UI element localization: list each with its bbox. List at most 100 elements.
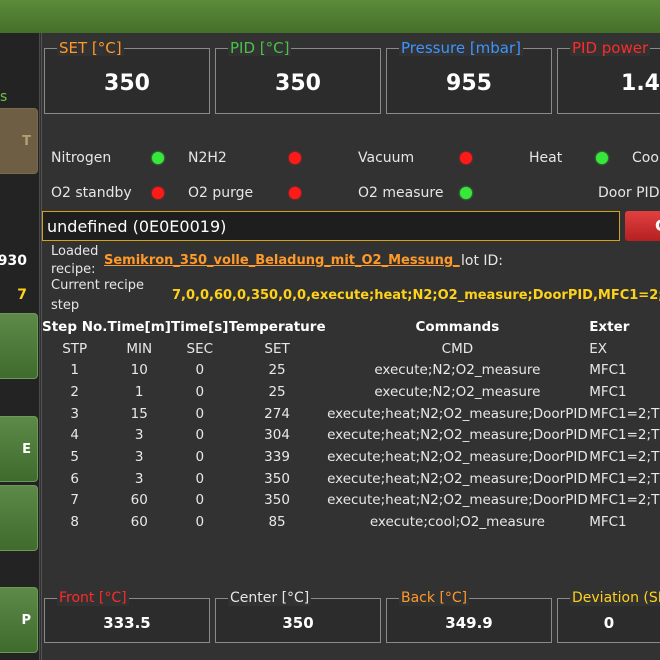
subheader-sec: SEC bbox=[186, 340, 214, 357]
back-temperature-title: Back [°C] bbox=[399, 590, 470, 606]
sidebar-status-letter: s bbox=[0, 89, 8, 105]
table-row[interactable]: 7 60 0 350 execute;heat;N2;O2_measure;Do… bbox=[42, 490, 660, 512]
cell-cmd: execute;cool;O2_measure bbox=[369, 514, 545, 531]
center-temperature-value: 350 bbox=[282, 614, 314, 632]
cell-temp: 25 bbox=[268, 383, 286, 400]
cell-ext: MFC1=2;T bbox=[589, 405, 660, 422]
cell-temp: 274 bbox=[264, 405, 290, 422]
status-nitrogen-label: Nitrogen bbox=[51, 150, 112, 166]
table-row[interactable]: 3 15 0 274 execute;heat;N2;O2_measure;Do… bbox=[42, 403, 660, 425]
cell-step: 6 bbox=[70, 470, 79, 487]
cell-temp: 25 bbox=[268, 362, 286, 379]
table-row[interactable]: 8 60 0 85 execute;cool;O2_measure MFC1 bbox=[42, 511, 660, 533]
status-o2-measure-label: O2 measure bbox=[358, 185, 444, 201]
current-step-label-line2: step bbox=[51, 298, 80, 313]
loaded-recipe-label-line2: recipe: bbox=[51, 262, 96, 277]
status-heat-led bbox=[596, 152, 608, 164]
sidebar-button-3[interactable] bbox=[0, 485, 38, 551]
back-temperature-box: Back [°C] 349.9 bbox=[386, 590, 552, 643]
sidebar-button-e[interactable]: E bbox=[0, 416, 38, 482]
header-commands: Commands bbox=[415, 318, 500, 335]
cell-sec: 0 bbox=[195, 383, 205, 400]
status-o2-standby-led bbox=[152, 187, 164, 199]
cell-sec: 0 bbox=[195, 427, 205, 444]
cell-temp: 85 bbox=[268, 514, 286, 531]
set-temperature-value: 350 bbox=[104, 71, 150, 96]
pressure-value: 955 bbox=[446, 71, 492, 96]
table-row[interactable]: 5 3 0 339 execute;heat;N2;O2_measure;Doo… bbox=[42, 446, 660, 468]
command-red-button[interactable]: C bbox=[625, 211, 660, 241]
subheader-ex: EX bbox=[589, 340, 607, 357]
subheader-stp: STP bbox=[62, 340, 88, 357]
sidebar-value-1: 930 bbox=[0, 253, 27, 269]
cell-sec: 0 bbox=[195, 405, 205, 422]
cell-cmd: execute;heat;N2;O2_measure;DoorPID bbox=[327, 405, 588, 422]
sidebar: s T 930 7 E P bbox=[0, 33, 40, 660]
pid-temperature-title: PID [°C] bbox=[228, 39, 292, 57]
pid-power-value: 1.4 bbox=[621, 71, 660, 96]
table-row[interactable]: 4 3 0 304 execute;heat;N2;O2_measure;Doo… bbox=[42, 424, 660, 446]
cell-step: 5 bbox=[70, 448, 79, 465]
current-step-value: 7,0,0,60,0,350,0,0,execute;heat;N2;O2_me… bbox=[172, 288, 660, 303]
table-row[interactable]: 6 3 0 350 execute;heat;N2;O2_measure;Doo… bbox=[42, 468, 660, 490]
cell-cmd: execute;heat;N2;O2_measure;DoorPID bbox=[327, 427, 588, 444]
deviation-value: 0 bbox=[603, 614, 615, 632]
cell-temp: 350 bbox=[264, 470, 290, 487]
front-temperature-value: 333.5 bbox=[103, 614, 151, 632]
cell-step: 7 bbox=[70, 492, 79, 509]
current-step-label-line1: Current recipe bbox=[51, 278, 145, 293]
sidebar-button-1[interactable] bbox=[0, 313, 38, 379]
cell-min: 1 bbox=[134, 383, 144, 400]
cell-min: 3 bbox=[134, 470, 144, 487]
status-o2-purge-led bbox=[289, 187, 301, 199]
subheader-cmd: CMD bbox=[441, 340, 474, 357]
front-temperature-title: Front [°C] bbox=[57, 590, 129, 606]
sidebar-button-p[interactable]: P bbox=[0, 587, 38, 653]
status-vacuum-led bbox=[460, 152, 472, 164]
top-bar bbox=[0, 0, 660, 33]
cell-cmd: execute;N2;O2_measure bbox=[374, 362, 541, 379]
table-header-row: Step No. Time[m] Time[s] Temperature Com… bbox=[42, 316, 660, 338]
cell-step: 8 bbox=[70, 514, 79, 531]
cell-ext: MFC1=2;T bbox=[589, 470, 660, 487]
cell-cmd: execute;heat;N2;O2_measure;DoorPID bbox=[327, 448, 588, 465]
pressure-title: Pressure [mbar] bbox=[399, 39, 524, 57]
status-o2-measure-led bbox=[460, 187, 472, 199]
loaded-recipe-name: Semikron_350_volle_Beladung_mit_O2_Messu… bbox=[104, 253, 460, 268]
cell-sec: 0 bbox=[195, 448, 205, 465]
cell-cmd: execute;N2;O2_measure bbox=[374, 383, 541, 400]
status-door-pid-label: Door PID bbox=[598, 185, 660, 201]
cell-min: 60 bbox=[130, 492, 148, 509]
table-row[interactable]: 2 1 0 25 execute;N2;O2_measure MFC1 bbox=[42, 381, 660, 403]
cell-step: 2 bbox=[70, 383, 79, 400]
table-subheader-row: STP MIN SEC SET CMD EX bbox=[42, 338, 660, 360]
deviation-title: Deviation (SE bbox=[570, 590, 660, 606]
cell-min: 10 bbox=[130, 362, 148, 379]
command-input[interactable] bbox=[42, 211, 620, 241]
recipe-steps-table: Step No. Time[m] Time[s] Temperature Com… bbox=[42, 316, 660, 533]
cell-step: 4 bbox=[70, 427, 79, 444]
cell-temp: 350 bbox=[264, 492, 290, 509]
pid-power-box: PID power 1.4 bbox=[557, 40, 660, 114]
center-temperature-box: Center [°C] 350 bbox=[215, 590, 381, 643]
header-time-min: Time[m] bbox=[107, 318, 171, 335]
cell-ext: MFC1=2;T bbox=[589, 427, 660, 444]
cell-sec: 0 bbox=[195, 492, 205, 509]
status-o2-purge-label: O2 purge bbox=[188, 185, 254, 201]
deviation-box: Deviation (SE 0 bbox=[557, 590, 660, 643]
pid-temperature-value: 350 bbox=[275, 71, 321, 96]
status-nitrogen-led bbox=[152, 152, 164, 164]
sidebar-disabled-button[interactable]: T bbox=[0, 108, 38, 174]
status-cool-label: Coo bbox=[632, 150, 659, 166]
cell-ext: MFC1=2;T bbox=[589, 448, 660, 465]
sidebar-value-2: 7 bbox=[17, 287, 27, 303]
set-temperature-box: SET [°C] 350 bbox=[44, 40, 210, 114]
status-n2h2-label: N2H2 bbox=[188, 150, 227, 166]
status-heat-label: Heat bbox=[529, 150, 563, 166]
lot-id-label: lot ID: bbox=[461, 253, 504, 269]
cell-cmd: execute;heat;N2;O2_measure;DoorPID bbox=[327, 492, 588, 509]
table-row[interactable]: 1 10 0 25 execute;N2;O2_measure MFC1 bbox=[42, 359, 660, 381]
loaded-recipe-label-line1: Loaded bbox=[51, 244, 99, 259]
status-o2-standby-label: O2 standby bbox=[51, 185, 132, 201]
status-vacuum-label: Vacuum bbox=[358, 150, 415, 166]
